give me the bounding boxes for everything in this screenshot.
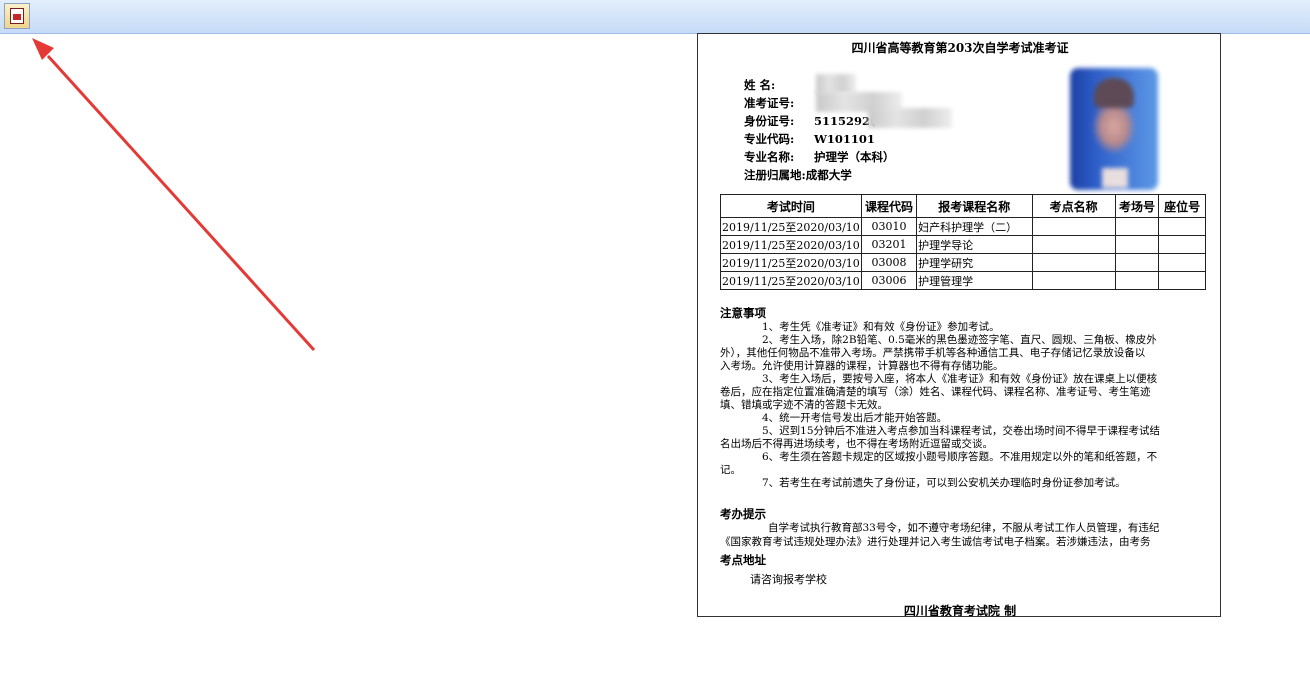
cell-room (1114, 235, 1160, 254)
cell-room (1114, 271, 1160, 290)
pdf-print-button[interactable] (4, 3, 30, 29)
note-line: 卷后，应在指定位置准确清楚的填写（涂）姓名、课程代码、课程名称、准考证号、考生笔… (720, 386, 1151, 398)
note-line: 记。 (720, 464, 741, 476)
major-code-label: 专业代码: (744, 132, 795, 146)
reg-label: 注册归属地: (744, 168, 806, 182)
note-line: 5、迟到15分钟后不准进入考点参加当科课程考试，交卷出场时间不得早于课程考试结 (762, 425, 1161, 437)
note-line: 名出场后不得再进场续考，也不得在考场附近逗留或交谈。 (720, 438, 993, 450)
cell-course: 护理学研究 (916, 253, 1033, 272)
cell-site (1031, 271, 1116, 290)
id-label: 身份证号: (744, 114, 795, 128)
tips-body: 自学考试执行教育部33号令，如不遵守考场纪律，不服从考试工作人员管理，有违纪 《… (720, 521, 1206, 549)
id-value: 5115292( (814, 114, 876, 128)
cell-seat (1158, 235, 1206, 254)
ticket-title: 四川省高等教育第203次自学考试准考证 (851, 41, 1069, 55)
issuer: 四川省教育考试院 制 (903, 604, 1017, 617)
cell-site (1031, 253, 1116, 272)
cell-code: 03008 (860, 253, 918, 272)
arrow-head (32, 38, 54, 60)
admission-ticket: 四川省高等教育第203次自学考试准考证 姓 名: 准考证号: 身份证号: 5115… (697, 33, 1221, 617)
note-line: 1、考生凭《准考证》和有效《身份证》参加考试。 (762, 321, 1000, 333)
cell-room (1114, 217, 1160, 236)
col-course-name: 报考课程名称 (916, 194, 1033, 218)
course-table: 考试时间 课程代码 报考课程名称 考点名称 考场号 座位号 2019/11/25… (720, 194, 1206, 290)
redacted-id (868, 108, 952, 128)
candidate-photo (1070, 68, 1158, 190)
note-line: 4、统一开考信号发出后才能开始答题。 (762, 412, 948, 424)
col-exam-time: 考试时间 (720, 194, 862, 218)
cell-seat (1158, 271, 1206, 290)
note-line: 7、若考生在考试前遗失了身份证，可以到公安机关办理临时身份证参加考试。 (762, 477, 1126, 489)
notes-title: 注意事项 (720, 306, 766, 320)
tip-line: 自学考试执行教育部33号令，如不遵守考场纪律，不服从考试工作人员管理，有违纪 (768, 522, 1160, 534)
col-site-name: 考点名称 (1031, 194, 1116, 218)
ticket-no-label: 准考证号: (744, 96, 795, 110)
col-course-code: 课程代码 (860, 194, 918, 218)
cell-time: 2019/11/25至2020/03/10 (720, 271, 862, 290)
cell-time: 2019/11/25至2020/03/10 (720, 253, 862, 272)
cell-site (1031, 235, 1116, 254)
redacted-name (816, 74, 856, 94)
reg-value: 成都大学 (805, 168, 852, 182)
cell-code: 03201 (860, 235, 918, 254)
cell-time: 2019/11/25至2020/03/10 (720, 217, 862, 236)
note-line: 6、考生须在答题卡规定的区域按小题号顺序答题。不准用规定以外的笔和纸答题，不 (762, 451, 1158, 463)
table-row: 2019/11/25至2020/03/10 03010 妇产科护理学（二） (720, 217, 1206, 236)
tips-title: 考办提示 (720, 507, 766, 521)
cell-course: 妇产科护理学（二） (916, 217, 1033, 236)
note-line: 入考场。允许使用计算器的课程，计算器也不得有存储功能。 (720, 360, 1004, 372)
cell-code: 03006 (860, 271, 918, 290)
cell-room (1114, 253, 1160, 272)
major-code-value: W101101 (814, 132, 875, 146)
address-value: 请咨询报考学校 (750, 573, 827, 586)
col-seat-no: 座位号 (1158, 194, 1206, 218)
cell-course: 护理管理学 (916, 271, 1033, 290)
note-line: 3、考生入场后，要按号入座，将本人《准考证》和有效《身份证》放在课桌上以便核 (762, 373, 1158, 385)
pdf-print-icon (10, 8, 24, 24)
note-line: 填、错填或字迹不清的答题卡无效。 (720, 399, 888, 411)
cell-seat (1158, 253, 1206, 272)
tip-line: 《国家教育考试违规处理办法》进行处理并记入考生诚信考试电子档案。若涉嫌违法，由考… (720, 536, 1151, 548)
col-room-no: 考场号 (1114, 194, 1160, 218)
table-row: 2019/11/25至2020/03/10 03006 护理管理学 (720, 271, 1206, 290)
name-label: 姓 名: (744, 78, 776, 92)
table-row: 2019/11/25至2020/03/10 03201 护理学导论 (720, 235, 1206, 254)
table-row: 2019/11/25至2020/03/10 03008 护理学研究 (720, 253, 1206, 272)
cell-seat (1158, 217, 1206, 236)
note-line: 外），其他任何物品不准带入考场。严禁携带手机等各种通信工具、电子存储记忆录放设备… (720, 347, 1146, 359)
cell-time: 2019/11/25至2020/03/10 (720, 235, 862, 254)
table-header: 考试时间 课程代码 报考课程名称 考点名称 考场号 座位号 (720, 194, 1206, 218)
address-title: 考点地址 (720, 553, 766, 567)
cell-code: 03010 (860, 217, 918, 236)
major-name-value: 护理学（本科） (814, 150, 895, 164)
major-name-label: 专业名称: (744, 150, 795, 164)
note-line: 2、考生入场，除2B铅笔、0.5毫米的黑色墨迹签字笔、直尺、圆规、三角板、橡皮外 (762, 334, 1157, 346)
arrow-shaft (46, 54, 316, 352)
cell-site (1031, 217, 1116, 236)
cell-course: 护理学导论 (916, 235, 1033, 254)
notes-body: 1、考生凭《准考证》和有效《身份证》参加考试。 2、考生入场，除2B铅笔、0.5… (720, 321, 1206, 490)
toolbar (0, 0, 1310, 34)
